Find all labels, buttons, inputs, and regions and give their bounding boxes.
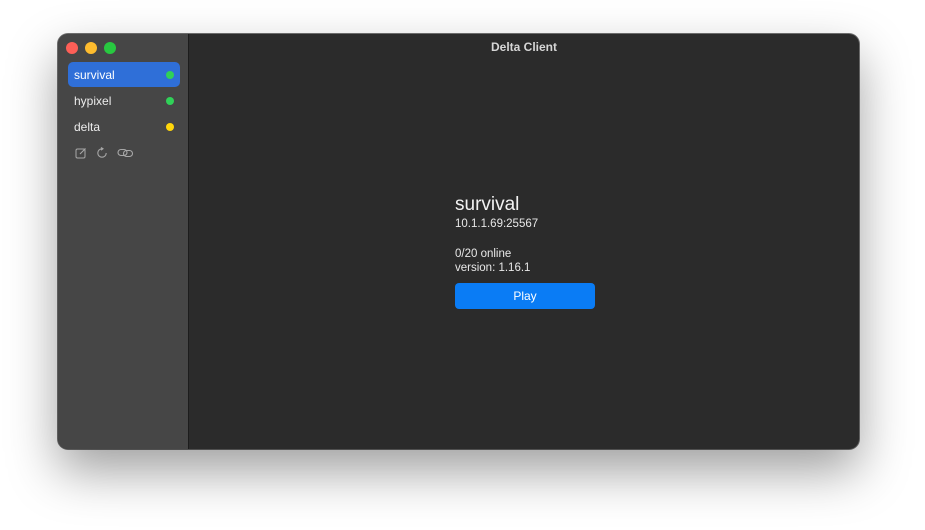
server-item-survival[interactable]: survival [68,62,180,87]
server-detail: survival 10.1.1.69:25567 0/20 online ver… [455,194,595,309]
zoom-window-button[interactable] [104,42,116,54]
minimize-window-button[interactable] [85,42,97,54]
server-address: 10.1.1.69:25567 [455,218,539,230]
status-dot-icon [166,96,174,105]
status-dot-icon [166,122,174,131]
sidebar: survival hypixel delta [58,34,189,449]
server-item-hypixel[interactable]: hypixel [68,88,180,113]
server-name: hypixel [74,93,112,108]
server-list: survival hypixel delta [68,62,180,140]
sidebar-toolbar [74,146,134,159]
player-count: 0/20 online [455,248,512,260]
app-window: survival hypixel delta Delta Client surv… [58,34,859,449]
server-version: version: 1.16.1 [455,262,531,274]
server-title: survival [455,194,520,215]
link-icon[interactable] [116,146,134,159]
close-window-button[interactable] [66,42,78,54]
window-controls [66,42,116,54]
window-title: Delta Client [490,40,557,54]
server-item-delta[interactable]: delta [68,114,180,139]
play-button[interactable]: Play [455,283,595,309]
server-name: delta [74,119,101,134]
status-dot-icon [166,70,174,79]
server-name: survival [74,67,115,82]
refresh-icon[interactable] [95,146,108,159]
edit-icon[interactable] [74,146,87,159]
